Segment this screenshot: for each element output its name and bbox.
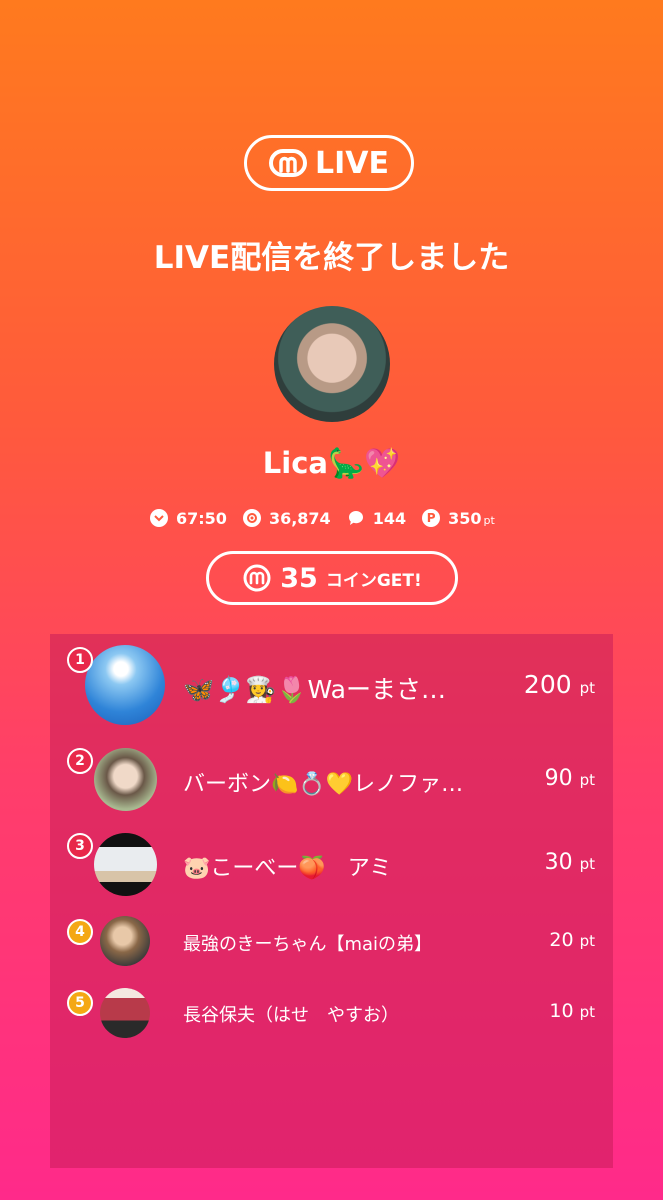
ranking-panel: 1 🦋🎐👩‍🍳🌷Waーまさ… 200 pt 2 バーボン🍋💍💛レノファ… 90 …	[50, 634, 613, 1168]
comments-value: 144	[372, 508, 407, 528]
points-stat: P 350 pt	[422, 509, 495, 528]
viewers-stat: 36,874	[242, 508, 331, 528]
ranking-row[interactable]: 4 最強のきーちゃん【maiの弟】 20 pt	[50, 914, 613, 968]
score-value: 90	[544, 766, 573, 791]
comments-stat: 144	[347, 509, 406, 528]
points-value: 350	[448, 508, 482, 528]
ranking-row[interactable]: 5 長谷保夫（はせ やすお） 10 pt	[50, 986, 613, 1040]
stats-row: 67:50 36,874 144 P 350 pt	[150, 506, 530, 530]
ranking-row[interactable]: 3 🐷こーべー🍑 アミ 30 pt	[50, 832, 613, 898]
rank-badge: 2	[67, 748, 93, 774]
live-logo: LIVE	[244, 135, 414, 191]
logo-text: LIVE	[315, 145, 389, 181]
score-value: 200	[523, 670, 572, 699]
rank-badge: 4	[67, 919, 93, 945]
score-unit: pt	[579, 771, 595, 789]
score-unit: pt	[579, 932, 595, 950]
page-title: LIVE配信を終了しました	[153, 240, 510, 276]
points-unit: pt	[483, 513, 495, 527]
ranking-name: 🐷こーべー🍑 アミ	[183, 856, 392, 881]
coin-get-button[interactable]: 35 コインGET!	[206, 551, 458, 605]
streamer-avatar[interactable]	[274, 306, 390, 422]
duration-value: 67:50	[176, 508, 227, 528]
rank-badge: 5	[67, 990, 93, 1016]
ranking-row[interactable]: 1 🦋🎐👩‍🍳🌷Waーまさ… 200 pt	[50, 644, 613, 726]
score-unit: pt	[579, 679, 595, 697]
coin-suffix: コインGET!	[325, 570, 422, 591]
chevron-down-icon	[150, 509, 168, 527]
coin-icon	[243, 564, 271, 592]
score-unit: pt	[579, 855, 595, 873]
ranking-name: バーボン🍋💍💛レノファ…	[183, 772, 464, 797]
rank-badge: 1	[67, 647, 93, 673]
streamer-name: Lica🦕💖	[262, 446, 401, 480]
ranking-score: 30 pt	[545, 850, 595, 875]
score-value: 30	[544, 850, 573, 875]
score-value: 10	[549, 1000, 574, 1022]
rank-badge: 3	[67, 833, 93, 859]
ranking-score: 20 pt	[549, 929, 595, 951]
points-icon: P	[422, 509, 441, 527]
comment-bubble-icon	[347, 509, 365, 527]
ranking-name: 長谷保夫（はせ やすお）	[183, 1005, 399, 1026]
ranking-name: 🦋🎐👩‍🍳🌷Waーまさ…	[183, 675, 446, 704]
avatar	[94, 748, 157, 811]
duration-stat: 67:50	[150, 509, 227, 528]
coin-count: 35	[280, 562, 318, 594]
viewers-icon	[242, 509, 261, 527]
viewers-value: 36,874	[268, 508, 331, 528]
ranking-row[interactable]: 2 バーボン🍋💍💛レノファ… 90 pt	[50, 746, 613, 812]
ranking-score: 10 pt	[549, 1000, 595, 1022]
score-unit: pt	[579, 1003, 595, 1021]
ranking-score: 200 pt	[524, 670, 595, 699]
avatar	[100, 988, 150, 1038]
m-logo-icon	[269, 149, 307, 177]
ranking-score: 90 pt	[545, 766, 595, 791]
ranking-name: 最強のきーちゃん【maiの弟】	[183, 934, 433, 955]
avatar	[94, 833, 157, 896]
avatar	[85, 645, 165, 725]
score-value: 20	[549, 929, 574, 951]
avatar	[100, 916, 150, 966]
